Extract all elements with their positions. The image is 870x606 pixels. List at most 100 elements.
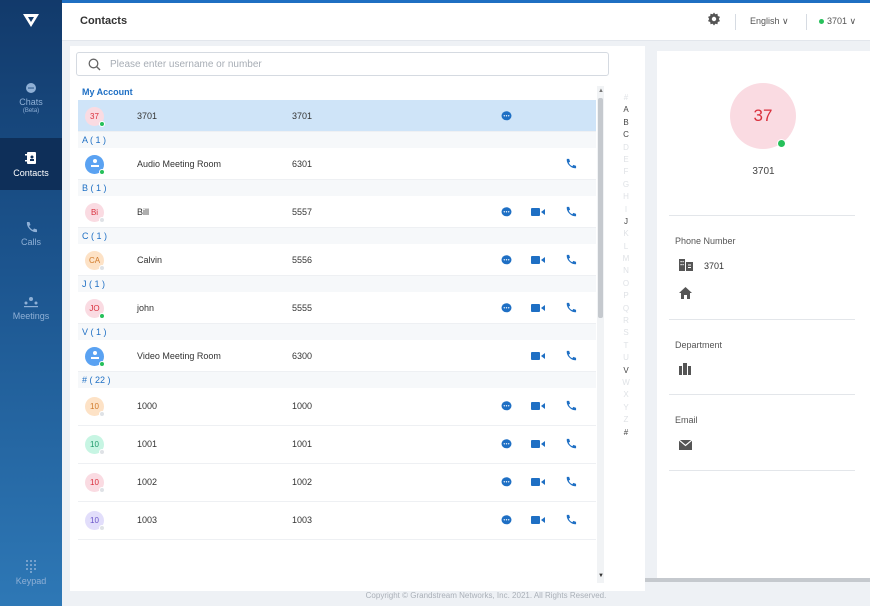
video-call-icon[interactable] xyxy=(531,351,546,364)
chat-icon xyxy=(26,83,36,93)
phone-call-icon[interactable] xyxy=(565,350,577,365)
alphabet-letter[interactable]: T xyxy=(615,340,637,352)
video-call-icon[interactable] xyxy=(531,255,546,268)
alphabet-letter[interactable]: N xyxy=(615,265,637,277)
phone-call-icon[interactable] xyxy=(565,158,577,173)
chat-icon[interactable] xyxy=(501,207,512,220)
language-select[interactable]: English ∨ xyxy=(750,16,789,27)
chat-icon[interactable] xyxy=(501,515,512,528)
contact-number: 1000 xyxy=(292,401,313,411)
alphabet-letter[interactable]: X xyxy=(615,389,637,401)
video-call-icon[interactable] xyxy=(531,439,546,452)
contacts-list-panel: My Account 37 3701 3701 A ( 1 ) Audio Me… xyxy=(70,46,645,591)
contact-name: 1000 xyxy=(137,401,158,411)
alphabet-letter[interactable]: S xyxy=(615,327,637,339)
alphabet-letter[interactable]: V xyxy=(615,365,637,377)
avatar: 10 xyxy=(85,473,105,493)
alphabet-letter[interactable]: J xyxy=(615,216,637,228)
alphabet-letter[interactable]: L xyxy=(615,241,637,253)
chat-icon[interactable] xyxy=(501,477,512,490)
video-call-icon[interactable] xyxy=(531,303,546,316)
phone-call-icon[interactable] xyxy=(565,476,577,491)
detail-name: 3701 xyxy=(752,166,775,177)
department-label: Department xyxy=(675,340,723,350)
search-input[interactable] xyxy=(110,57,590,72)
alphabet-letter[interactable]: R xyxy=(615,315,637,327)
meeting-room-icon xyxy=(90,159,99,167)
nav-meetings[interactable]: Meetings xyxy=(0,282,62,334)
contact-row-john[interactable]: JO john 5555 xyxy=(78,292,596,324)
contact-row-1001[interactable]: 10 1001 1001 xyxy=(78,426,596,464)
alphabet-letter[interactable]: Y xyxy=(615,402,637,414)
alphabet-letter[interactable]: Z xyxy=(615,414,637,426)
avatar xyxy=(85,347,105,367)
search-box[interactable] xyxy=(76,52,609,76)
chat-icon[interactable] xyxy=(501,401,512,414)
scrollbar-thumb[interactable] xyxy=(598,98,603,318)
contact-row-3701[interactable]: 37 3701 3701 xyxy=(78,100,596,132)
alphabet-letter[interactable]: D xyxy=(615,142,637,154)
video-call-icon[interactable] xyxy=(531,515,546,528)
alphabet-letter[interactable]: # xyxy=(615,92,637,104)
building-icon xyxy=(679,259,693,274)
chat-icon[interactable] xyxy=(501,439,512,452)
settings-gear-icon[interactable] xyxy=(707,12,721,29)
alphabet-letter[interactable]: F xyxy=(615,166,637,178)
alphabet-letter[interactable]: P xyxy=(615,290,637,302)
alphabet-letter[interactable]: I xyxy=(615,204,637,216)
video-call-icon[interactable] xyxy=(531,477,546,490)
nav-keypad[interactable]: Keypad xyxy=(0,546,62,598)
nav-chats-label: Chats xyxy=(19,97,43,107)
contact-name: 1003 xyxy=(137,515,158,525)
contact-row-video-meeting-room[interactable]: Video Meeting Room 6300 xyxy=(78,340,596,372)
nav-chats[interactable]: Chats (Beta) xyxy=(0,72,62,124)
top-bar: Contacts English ∨ 3701 ∨ xyxy=(62,0,870,41)
phone-call-icon[interactable] xyxy=(565,400,577,415)
horizontal-scrollbar[interactable] xyxy=(645,578,870,582)
alphabet-letter[interactable]: C xyxy=(615,129,637,141)
video-call-icon[interactable] xyxy=(531,401,546,414)
nav-contacts[interactable]: Contacts xyxy=(0,138,62,190)
phone-call-icon[interactable] xyxy=(565,514,577,529)
contact-row-1002[interactable]: 10 1002 1002 xyxy=(78,464,596,502)
alphabet-letter[interactable]: W xyxy=(615,377,637,389)
scroll-up-arrow-icon[interactable]: ▲ xyxy=(598,88,604,94)
alphabet-letter[interactable]: K xyxy=(615,228,637,240)
avatar: 10 xyxy=(85,435,105,455)
group-header-c: C ( 1 ) xyxy=(78,228,596,244)
alphabet-letter[interactable]: U xyxy=(615,352,637,364)
chat-icon[interactable] xyxy=(501,303,512,316)
online-status-icon xyxy=(819,19,824,25)
alphabet-letter[interactable]: Q xyxy=(615,303,637,315)
alphabet-letter[interactable]: E xyxy=(615,154,637,166)
contact-row-bill[interactable]: Bi Bill 5557 xyxy=(78,196,596,228)
phone-call-icon[interactable] xyxy=(565,302,577,317)
phone-call-icon[interactable] xyxy=(565,438,577,453)
alphabet-letter[interactable]: A xyxy=(615,104,637,116)
phone-call-icon[interactable] xyxy=(565,206,577,221)
phone-number-label: Phone Number xyxy=(675,236,736,246)
contact-row-audio-meeting-room[interactable]: Audio Meeting Room 6301 xyxy=(78,148,596,180)
nav-calls[interactable]: Calls xyxy=(0,208,62,260)
phone-call-icon[interactable] xyxy=(565,254,577,269)
contacts-book-icon xyxy=(25,151,36,164)
alphabet-letter[interactable]: # xyxy=(615,427,637,439)
chat-icon[interactable] xyxy=(501,255,512,268)
contact-row-1003[interactable]: 10 1003 1003 xyxy=(78,502,596,540)
chat-icon[interactable] xyxy=(501,111,512,124)
contact-row-1000[interactable]: 10 1000 1000 xyxy=(78,388,596,426)
contact-row-calvin[interactable]: CA Calvin 5556 xyxy=(78,244,596,276)
alphabet-letter[interactable]: B xyxy=(615,117,637,129)
group-header-a: A ( 1 ) xyxy=(78,132,596,148)
account-value: 3701 xyxy=(827,16,848,26)
alphabet-letter[interactable]: G xyxy=(615,179,637,191)
account-menu[interactable]: 3701 ∨ xyxy=(819,16,856,27)
scroll-down-arrow-icon[interactable]: ▼ xyxy=(598,573,604,579)
video-call-icon[interactable] xyxy=(531,207,546,220)
alphabet-letter[interactable]: O xyxy=(615,278,637,290)
alphabet-letter[interactable]: H xyxy=(615,191,637,203)
alphabet-letter[interactable]: M xyxy=(615,253,637,265)
copyright-footer: Copyright © Grandstream Networks, Inc. 2… xyxy=(365,591,607,600)
divider xyxy=(669,394,855,395)
status-dot-icon xyxy=(99,411,105,417)
